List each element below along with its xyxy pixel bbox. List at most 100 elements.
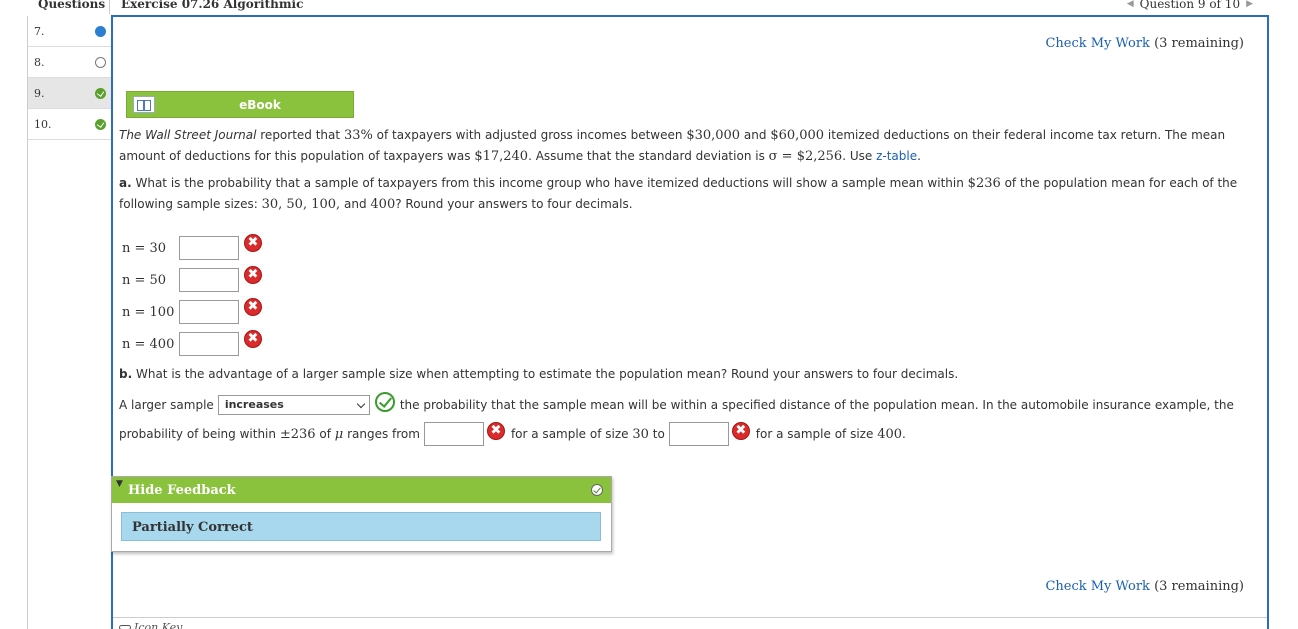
question-item-10[interactable]: 10.: [28, 109, 111, 140]
question-number: 7.: [34, 25, 45, 38]
text: . Use: [842, 149, 873, 163]
divider: [113, 617, 1267, 618]
question-number: 10.: [34, 118, 52, 131]
size-large: 400: [877, 426, 903, 442]
question-list: 7. 8. 9. 10.: [27, 16, 111, 140]
income-low: $30,000: [686, 128, 741, 143]
check-remaining: (3 remaining): [1154, 36, 1244, 51]
text: the probability that the sample mean wil…: [399, 398, 1234, 412]
answer-row-n50: n = 50 ✖: [122, 266, 262, 292]
text: . Assume that the standard deviation is: [528, 149, 765, 163]
hide-feedback-label: Hide Feedback: [128, 483, 236, 498]
sample-sizes: 30, 50, 100,: [261, 197, 341, 212]
question-navigator: ◀ Question 9 of 10 ▶: [1127, 0, 1253, 11]
text: What is the advantage of a larger sample…: [135, 367, 959, 381]
n-label: n = 50: [122, 272, 167, 288]
answer-input-n30[interactable]: [179, 236, 239, 260]
feedback-result: Partially Correct: [121, 512, 601, 541]
check-status-icon: [591, 484, 603, 496]
check-my-work-label[interactable]: Check My Work: [1045, 36, 1150, 51]
range-to-input[interactable]: [668, 422, 729, 446]
check-my-work-top[interactable]: Check My Work (3 remaining): [1045, 36, 1244, 51]
within-value: $236: [967, 176, 1001, 191]
check-my-work-label[interactable]: Check My Work: [1045, 579, 1150, 594]
answer-input-n50[interactable]: [179, 268, 239, 292]
text: ranges from: [347, 427, 420, 441]
text: .: [902, 427, 906, 441]
question-position: Question 9 of 10: [1139, 0, 1241, 11]
source-name: The Wall Street Journal: [119, 128, 257, 142]
caret-down-icon: ▼: [116, 479, 123, 489]
triangle-right-icon[interactable]: ▶: [1246, 0, 1253, 9]
text: probability of being within: [119, 427, 276, 441]
text: .: [917, 149, 921, 163]
text: for a sample of size: [755, 427, 874, 441]
question-number: 8.: [34, 56, 45, 69]
question-item-7[interactable]: 7.: [28, 16, 111, 47]
completed-icon: [95, 119, 106, 130]
text: of taxpayers with adjusted gross incomes…: [376, 128, 683, 142]
in-progress-icon: [95, 26, 106, 37]
incorrect-icon: ✖: [244, 330, 262, 348]
text: and: [743, 128, 767, 142]
text: What is the probability that a sample of…: [135, 176, 964, 190]
answer-row-n30: n = 30 ✖: [122, 234, 262, 260]
exercise-title: Exercise 07.26 Algorithmic: [121, 0, 304, 11]
completed-icon: [95, 88, 106, 99]
hide-feedback-toggle[interactable]: ▼ Hide Feedback: [112, 477, 611, 503]
header-divider: [109, 0, 110, 14]
mu-symbol: μ: [334, 426, 344, 442]
n-label: n = 30: [122, 240, 167, 256]
part-b-answer-line-2: probability of being within ±236 of μ ra…: [119, 422, 906, 446]
question-item-9[interactable]: 9.: [28, 78, 111, 109]
incorrect-icon: ✖: [486, 422, 505, 440]
answer-input-n400[interactable]: [179, 332, 239, 356]
part-a-label: a.: [119, 176, 132, 190]
incorrect-icon: ✖: [244, 266, 262, 284]
questions-header: Questions: [38, 0, 106, 11]
question-item-8[interactable]: 8.: [28, 47, 111, 78]
question-number: 9.: [34, 87, 45, 100]
text: A larger sample: [119, 398, 214, 412]
n-label: n = 100: [122, 304, 175, 320]
part-b-answer-line-1: A larger sample increases the probabilit…: [119, 392, 1234, 415]
icon-key-toggle[interactable]: Icon Key: [119, 621, 182, 629]
check-my-work-bottom[interactable]: Check My Work (3 remaining): [1045, 579, 1244, 594]
question-panel: Check My Work (3 remaining) eBook The Wa…: [111, 15, 1269, 629]
percent-value: 33%: [343, 128, 373, 143]
part-b-label: b.: [119, 367, 133, 381]
range-from-input[interactable]: [423, 422, 484, 446]
text: reported that: [260, 128, 341, 142]
incorrect-icon: ✖: [731, 422, 750, 440]
n-label: n = 400: [122, 336, 175, 352]
check-remaining: (3 remaining): [1154, 579, 1244, 594]
incorrect-icon: ✖: [244, 234, 262, 252]
sidebar-border: [27, 140, 28, 629]
ebook-label: eBook: [239, 98, 281, 112]
sample-size-last: 400: [370, 197, 396, 212]
size-small: 30: [632, 426, 649, 442]
plus-minus-value: ±236: [279, 426, 316, 442]
key-icon: [119, 625, 131, 629]
icon-key-label: Icon Key: [134, 621, 183, 629]
income-high: $60,000: [770, 128, 825, 143]
feedback-panel: ▼ Hide Feedback Partially Correct: [111, 476, 612, 552]
triangle-left-icon[interactable]: ◀: [1127, 0, 1134, 9]
mean-value: $17,240: [474, 149, 529, 164]
increase-decrease-select[interactable]: increases: [217, 395, 370, 415]
sigma-value: σ = $2,256: [768, 149, 843, 164]
text: to: [652, 427, 665, 441]
correct-icon: [374, 392, 395, 412]
text: of: [319, 427, 331, 441]
answer-row-n400: n = 400 ✖: [122, 330, 262, 356]
text: and: [344, 197, 367, 211]
answer-input-n100[interactable]: [179, 300, 239, 324]
text: ? Round your answers to four decimals.: [395, 197, 633, 211]
ebook-button[interactable]: eBook: [126, 91, 354, 118]
not-started-icon: [95, 57, 106, 68]
text: for a sample of size: [510, 427, 629, 441]
answer-row-n100: n = 100 ✖: [122, 298, 262, 324]
part-a-question: a. What is the probability that a sample…: [119, 173, 1249, 215]
z-table-link[interactable]: z-table: [876, 149, 917, 163]
part-b-question: b. What is the advantage of a larger sam…: [119, 364, 1249, 385]
